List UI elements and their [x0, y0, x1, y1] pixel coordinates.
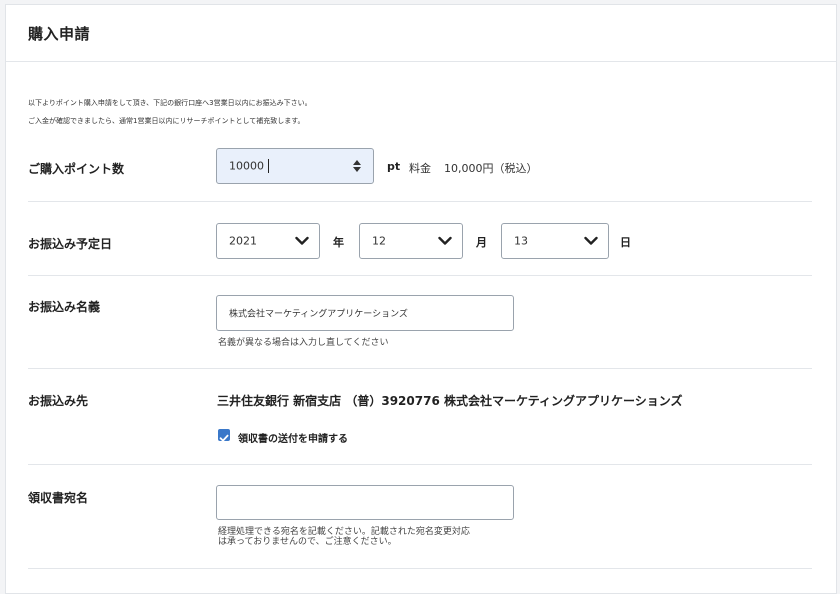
- page-title: 購入申請: [28, 25, 91, 43]
- bank-details: 三井住友銀行 新宿支店 （普）3920776 株式会社マーケティングアプリケーシ…: [217, 394, 683, 408]
- points-value: 10000: [229, 159, 264, 173]
- intro-text-line-2: ご入金が確認できましたら、通常1営業日以内にリサーチポイントとして補充致します。: [28, 117, 305, 125]
- day-unit: 日: [620, 236, 631, 249]
- divider: [28, 568, 812, 569]
- day-select[interactable]: 13: [501, 223, 609, 259]
- fee-label: 料金: [409, 162, 431, 175]
- month-select[interactable]: 12: [359, 223, 463, 259]
- month-value: 12: [372, 234, 386, 248]
- check-icon: [219, 434, 229, 442]
- card-header: 購入申請: [6, 5, 836, 62]
- divider: [28, 275, 812, 276]
- divider: [28, 464, 812, 465]
- day-value: 13: [514, 234, 528, 248]
- fee-value: 10,000円（税込）: [444, 162, 538, 175]
- receipt-name-help-line-2: は承っておりませんので、ご注意ください。: [218, 537, 397, 547]
- receipt-name-input[interactable]: [216, 485, 514, 520]
- transfer-name-label: お振込み名義: [28, 300, 101, 314]
- receipt-checkbox-label[interactable]: 領収書の送付を申請する: [238, 430, 348, 445]
- purchase-request-card: 購入申請 以下よりポイント購入申請をして頂き、下記の銀行口座へ3営業日以内にお振…: [5, 4, 837, 594]
- chevron-down-icon: [584, 236, 598, 245]
- receipt-checkbox[interactable]: [218, 429, 230, 442]
- transfer-date-label: お振込み予定日: [28, 237, 113, 251]
- chevron-down-icon: [295, 236, 309, 245]
- year-unit: 年: [333, 236, 344, 249]
- divider: [28, 368, 812, 369]
- year-value: 2021: [229, 234, 257, 248]
- intro-text-line-1: 以下よりポイント購入申請をして頂き、下記の銀行口座へ3営業日以内にお振込み下さい…: [28, 99, 312, 107]
- receipt-name-help-line-1: 経理処理できる宛名を記載ください。記載された宛名変更対応: [218, 527, 470, 537]
- year-select[interactable]: 2021: [216, 223, 320, 259]
- chevron-down-icon: [438, 236, 452, 245]
- receipt-name-label: 領収書宛名: [28, 491, 89, 505]
- transfer-name-value: 株式会社マーケティングアプリケーションズ: [229, 309, 408, 320]
- points-label: ご購入ポイント数: [28, 162, 125, 176]
- points-unit: pt: [387, 160, 401, 173]
- month-unit: 月: [476, 236, 487, 249]
- points-stepper[interactable]: 10000: [216, 148, 374, 184]
- transfer-name-input[interactable]: 株式会社マーケティングアプリケーションズ: [216, 295, 514, 331]
- transfer-destination-label: お振込み先: [28, 394, 89, 408]
- divider: [28, 201, 812, 202]
- text-caret: [268, 159, 269, 173]
- spin-arrows-icon[interactable]: [353, 160, 361, 172]
- transfer-name-help: 名義が異なる場合は入力し直してください: [218, 338, 389, 348]
